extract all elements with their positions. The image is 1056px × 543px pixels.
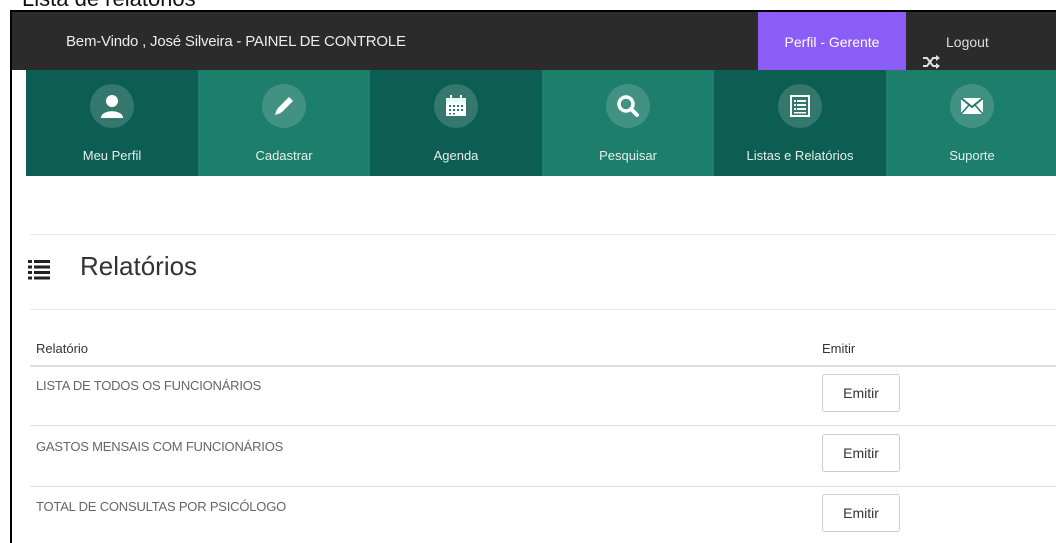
search-icon <box>606 84 650 128</box>
report-name: LISTA DE TODOS OS FUNCIONÁRIOS <box>36 378 262 393</box>
profile-button[interactable]: Perfil - Gerente <box>758 12 906 70</box>
page-title: Relatórios <box>80 251 198 281</box>
report-name: GASTOS MENSAIS COM FUNCIONÁRIOS <box>36 439 284 454</box>
user-icon <box>90 84 134 128</box>
top-bar: Bem-Vindo , José Silveira - PAINEL DE CO… <box>12 12 1056 70</box>
emit-button[interactable]: Emitir <box>822 494 900 532</box>
report-name: TOTAL DE CONSULTAS POR PSICÓLOGO <box>36 499 287 514</box>
main-nav: Meu Perfil Cadastrar Agenda Pesquisar Li… <box>26 70 1056 176</box>
section-divider <box>30 309 1056 310</box>
nav-tile-listas-relatorios[interactable]: Listas e Relatórios <box>714 70 886 176</box>
nav-label: Suporte <box>949 148 995 163</box>
nav-tile-cadastrar[interactable]: Cadastrar <box>198 70 370 176</box>
nav-label: Pesquisar <box>599 148 657 163</box>
row-divider <box>30 486 1056 487</box>
column-header-emitir: Emitir <box>822 341 856 356</box>
logout-button[interactable]: Logout <box>906 12 1016 70</box>
pencil-icon <box>262 84 306 128</box>
section-divider <box>30 234 1056 235</box>
envelope-icon <box>950 84 994 128</box>
nav-tile-pesquisar[interactable]: Pesquisar <box>542 70 714 176</box>
emit-button[interactable]: Emitir <box>822 374 900 412</box>
list-icon <box>778 84 822 128</box>
figure-caption: Lista de relatórios <box>22 0 196 10</box>
row-divider <box>30 425 1056 426</box>
emit-button[interactable]: Emitir <box>822 434 900 472</box>
nav-tile-agenda[interactable]: Agenda <box>370 70 542 176</box>
nav-label: Cadastrar <box>255 148 313 163</box>
app-window: Bem-Vindo , José Silveira - PAINEL DE CO… <box>10 10 1056 543</box>
welcome-text: Bem-Vindo , José Silveira - PAINEL DE CO… <box>66 33 406 50</box>
table-header-divider <box>30 365 1056 367</box>
nav-label: Meu Perfil <box>82 148 142 163</box>
nav-label: Agenda <box>433 148 479 163</box>
nav-tile-meu-perfil[interactable]: Meu Perfil <box>26 70 198 176</box>
calendar-icon <box>434 84 478 128</box>
nav-label: Listas e Relatórios <box>746 148 854 163</box>
nav-tile-suporte[interactable]: Suporte <box>886 70 1056 176</box>
logout-label: Logout <box>946 34 989 50</box>
list-icon <box>28 260 50 285</box>
column-header-relatorio: Relatório <box>36 341 89 356</box>
